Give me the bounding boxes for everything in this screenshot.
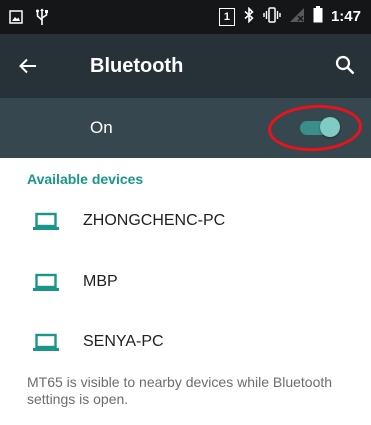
laptop-icon: [33, 270, 59, 294]
page-title: Bluetooth: [90, 55, 184, 77]
image-notification-icon: [9, 10, 23, 29]
device-item[interactable]: SENYA-PC: [0, 314, 371, 370]
usb-icon: [35, 8, 49, 31]
vibrate-icon: [263, 6, 281, 28]
laptop-icon: [33, 209, 59, 233]
status-bar: 1 1:47: [0, 0, 371, 34]
status-bar-left: [9, 8, 49, 31]
device-item[interactable]: ZHONGCHENC-PC: [0, 193, 371, 249]
status-bar-right: 1 1:47: [218, 6, 361, 28]
available-devices-header: Available devices: [27, 171, 144, 187]
battery-icon: [313, 6, 323, 28]
switch-state-label: On: [90, 118, 113, 137]
device-name: SENYA-PC: [83, 333, 164, 350]
device-name: ZHONGCHENC-PC: [83, 212, 226, 229]
arrow-back-icon[interactable]: [16, 54, 40, 78]
laptop-icon: [33, 330, 59, 354]
visibility-note: MT65 is visible to nearby devices while …: [27, 374, 333, 407]
app-toolbar: Bluetooth: [0, 34, 371, 98]
sim-slot-indicator: 1: [218, 8, 235, 26]
no-signal-icon: [289, 7, 305, 28]
bluetooth-toggle[interactable]: [300, 117, 340, 137]
device-name: MBP: [83, 273, 118, 290]
bluetooth-icon: [243, 6, 255, 28]
bluetooth-master-switch-bar[interactable]: On: [0, 98, 371, 158]
toggle-thumb: [320, 117, 340, 137]
status-time: 1:47: [330, 8, 361, 25]
search-icon[interactable]: [333, 53, 357, 77]
device-item[interactable]: MBP: [0, 254, 371, 310]
